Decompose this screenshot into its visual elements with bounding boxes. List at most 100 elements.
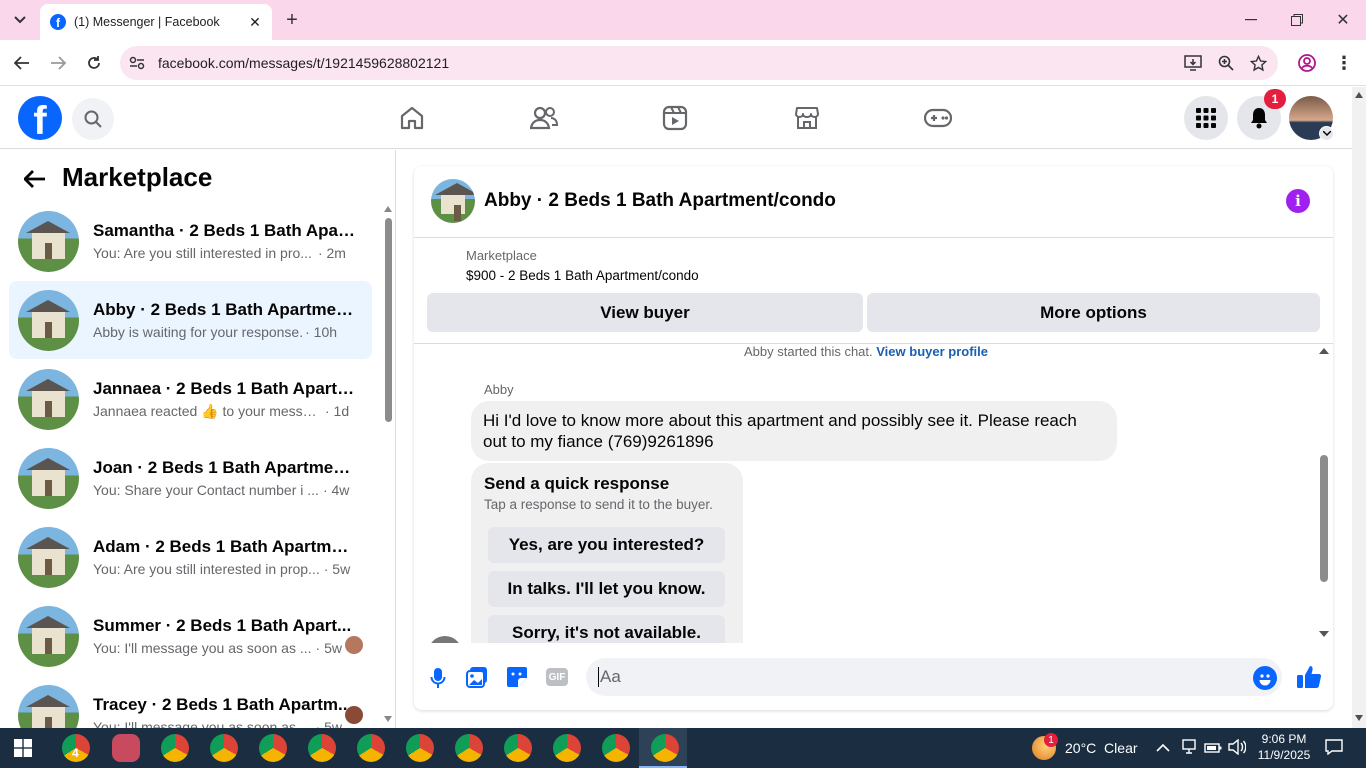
view-buyer-button[interactable]: View buyer (427, 293, 863, 332)
taskbar-paint-app-icon[interactable] (112, 734, 140, 762)
windows-start-icon[interactable] (14, 739, 32, 757)
chat-started-notice: Abby started this chat. View buyer profi… (744, 344, 988, 359)
taskbar-chrome-icon[interactable] (161, 734, 189, 762)
bookmark-star-icon[interactable] (1248, 53, 1268, 73)
menu-grid-icon[interactable] (1184, 96, 1228, 140)
sticker-icon[interactable] (506, 666, 530, 690)
new-tab-icon[interactable]: + (280, 8, 304, 32)
back-arrow-icon[interactable] (22, 166, 48, 192)
tab-search-icon[interactable] (8, 8, 32, 32)
emoji-icon[interactable] (1253, 666, 1277, 690)
quick-response-talks-button[interactable]: In talks. I'll let you know. (488, 571, 725, 607)
taskbar-chrome-active-icon[interactable] (651, 734, 679, 762)
install-app-icon[interactable] (1183, 53, 1203, 73)
list-scrollbar-thumb[interactable] (385, 218, 392, 422)
window-close-icon[interactable]: ✕ (1330, 8, 1356, 32)
page-scroll-up-icon[interactable] (1355, 92, 1363, 98)
conversation-row[interactable]: Jannaea · 2 Beds 1 Bath Apartme... Janna… (9, 360, 372, 438)
taskbar-clock[interactable]: 9:06 PM 11/9/2025 (1254, 731, 1314, 763)
minimize-icon[interactable] (1238, 8, 1264, 32)
view-buyer-profile-link[interactable]: View buyer profile (876, 344, 988, 359)
site-settings-icon[interactable] (128, 54, 146, 72)
incoming-message-bubble[interactable]: Hi I'd love to know more about this apar… (471, 401, 1117, 461)
more-options-button[interactable]: More options (867, 293, 1320, 332)
conversation-row[interactable]: Adam · 2 Beds 1 Bath Apartment... You: A… (9, 518, 372, 596)
taskbar-chrome-icon[interactable] (553, 734, 581, 762)
taskbar-chrome-icon[interactable] (406, 734, 434, 762)
info-icon[interactable]: i (1286, 189, 1310, 213)
marketplace-icon[interactable] (777, 98, 837, 138)
page-scroll-down-icon[interactable] (1355, 715, 1363, 721)
gaming-icon[interactable] (908, 98, 968, 138)
back-icon[interactable] (10, 52, 34, 74)
sender-name: Abby (484, 382, 514, 397)
conversation-preview: Jannaea reacted 👍 to your message (93, 402, 323, 419)
page-scrollbar[interactable] (1352, 87, 1366, 728)
taskbar-chrome-icon[interactable] (210, 734, 238, 762)
gif-icon[interactable]: GIF (546, 668, 568, 686)
chat-scroll-down-icon[interactable] (1319, 631, 1329, 637)
conversation-time: · 10h (305, 324, 338, 340)
taskbar-chrome-icon[interactable] (357, 734, 385, 762)
weather-text[interactable]: 20°C Clear (1065, 740, 1138, 756)
conversation-name: Samantha · 2 Beds 1 Bath Apart... (93, 221, 355, 240)
conversation-row[interactable]: Tracey · 2 Beds 1 Bath Apartm... You: I'… (9, 676, 372, 728)
forward-icon[interactable] (46, 52, 70, 74)
profile-icon[interactable] (1297, 53, 1317, 73)
conversation-row[interactable]: Samantha · 2 Beds 1 Bath Apart... You: A… (9, 202, 372, 280)
listing-avatar (18, 605, 79, 667)
conversation-row-active[interactable]: Abby · 2 Beds 1 Bath Apartment/... Abby … (9, 281, 372, 359)
quick-response-unavailable-button[interactable]: Sorry, it's not available. (488, 615, 725, 643)
chat-title[interactable]: Abby · 2 Beds 1 Bath Apartment/condo (484, 190, 836, 212)
conversation-preview: You: I'll message you as soon as ... (93, 640, 312, 656)
notification-center-icon[interactable] (1325, 739, 1343, 760)
photo-icon[interactable] (466, 666, 490, 690)
quick-response-subtitle: Tap a response to send it to the buyer. (484, 497, 713, 512)
list-scroll-down-icon[interactable] (384, 716, 392, 722)
conversation-row[interactable]: Summer · 2 Beds 1 Bath Apart... You: I'l… (9, 597, 372, 675)
account-chevron-down-icon[interactable] (1319, 126, 1334, 141)
quick-response-yes-button[interactable]: Yes, are you interested? (488, 527, 725, 563)
chat-listing-avatar[interactable] (431, 179, 475, 223)
sender-avatar[interactable] (428, 636, 462, 643)
microphone-icon[interactable] (428, 666, 448, 690)
listing-title[interactable]: $900 - 2 Beds 1 Bath Apartment/condo (466, 268, 699, 283)
show-hidden-icons-chevron-icon[interactable] (1156, 740, 1170, 756)
quick-response-title: Send a quick response (484, 474, 670, 493)
listing-label: Marketplace (466, 248, 537, 263)
listing-avatar (18, 289, 79, 351)
like-thumbs-up-icon[interactable] (1296, 664, 1322, 690)
conversation-name: Abby · 2 Beds 1 Bath Apartment/... (93, 300, 355, 319)
taskbar-chrome-icon[interactable] (602, 734, 630, 762)
chat-scroll-up-icon[interactable] (1319, 348, 1329, 354)
listing-avatar (18, 368, 79, 430)
zoom-icon[interactable] (1216, 53, 1236, 73)
weather-badge: 1 (1044, 733, 1058, 747)
video-icon[interactable] (645, 98, 705, 138)
conversation-row[interactable]: Joan · 2 Beds 1 Bath Apartment/... You: … (9, 439, 372, 517)
message-input[interactable]: Aa (586, 658, 1282, 696)
taskbar-chrome-icon[interactable] (504, 734, 532, 762)
home-icon[interactable] (382, 98, 442, 138)
friends-icon[interactable] (514, 98, 574, 138)
browser-menu-icon[interactable]: ⋮ (1334, 53, 1354, 73)
network-icon[interactable] (1182, 739, 1196, 760)
conversation-time: · 1d (325, 402, 350, 419)
volume-icon[interactable] (1228, 738, 1247, 760)
taskbar-chrome-icon[interactable] (308, 734, 336, 762)
list-scroll-up-icon[interactable] (384, 206, 392, 212)
close-tab-icon[interactable]: ✕ (246, 13, 264, 31)
chat-scrollbar-thumb[interactable] (1320, 455, 1328, 582)
reload-icon[interactable] (82, 52, 106, 74)
facebook-favicon-icon: f (50, 14, 66, 30)
restore-icon[interactable] (1284, 8, 1310, 32)
taskbar-chrome-icon[interactable] (455, 734, 483, 762)
url-omnibox[interactable]: facebook.com/messages/t/1921459628802121 (120, 46, 1278, 80)
facebook-logo-icon[interactable]: f (18, 96, 62, 140)
battery-icon[interactable] (1204, 741, 1222, 759)
browser-tab[interactable]: f (1) Messenger | Facebook ✕ (40, 4, 272, 40)
search-icon[interactable] (72, 98, 114, 140)
taskbar-chrome-icon[interactable] (259, 734, 287, 762)
notifications-badge: 1 (1264, 89, 1286, 109)
conversation-preview: You: Are you still interested in pro... (93, 245, 312, 261)
